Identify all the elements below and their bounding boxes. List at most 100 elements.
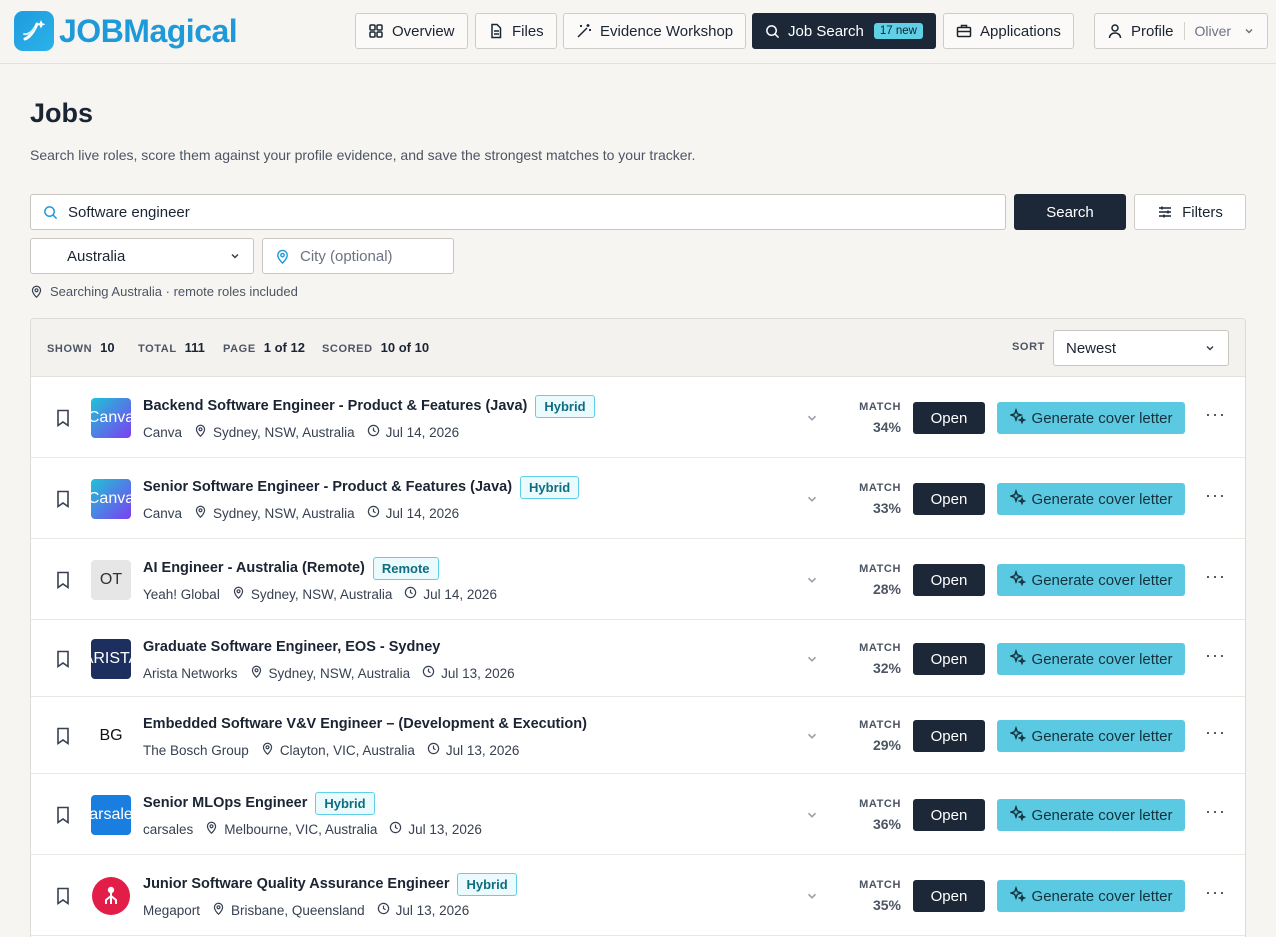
- generate-cover-letter-button[interactable]: Generate cover letter: [997, 564, 1185, 596]
- map-pin-icon: [250, 665, 263, 681]
- match-label: MATCH: [859, 798, 901, 810]
- open-job-button[interactable]: Open: [913, 402, 985, 434]
- filters-label: Filters: [1182, 203, 1223, 221]
- results-panel: SHOWN 10 TOTAL 111 PAGE 1 of 12 SCORED 1…: [30, 318, 1246, 937]
- generate-cover-letter-button[interactable]: Generate cover letter: [997, 720, 1185, 752]
- job-row[interactable]: OT AI Engineer - Australia (Remote) Remote…: [31, 539, 1245, 620]
- job-location: Brisbane, Queensland: [212, 902, 365, 918]
- company-logo-text: BG: [99, 727, 123, 744]
- bookmark-icon[interactable]: [55, 409, 71, 432]
- generate-cover-letter-label: Generate cover letter: [1031, 650, 1173, 668]
- filters-button[interactable]: Filters: [1134, 194, 1246, 230]
- job-row[interactable]: ARISTA Graduate Software Engineer, EOS - …: [31, 620, 1245, 697]
- more-options-icon[interactable]: ···: [1205, 722, 1226, 743]
- open-job-button[interactable]: Open: [913, 564, 985, 596]
- job-location-text: Sydney, NSW, Australia: [250, 586, 393, 602]
- job-row[interactable]: Canva Senior Software Engineer - Product …: [31, 458, 1245, 539]
- search-button[interactable]: Search: [1014, 194, 1126, 230]
- more-options-icon[interactable]: ···: [1205, 566, 1226, 587]
- profile-menu-button[interactable]: Profile Oliver: [1094, 13, 1269, 49]
- job-title-row: Senior Software Engineer - Product & Fea…: [143, 474, 580, 500]
- open-job-button[interactable]: Open: [913, 720, 985, 752]
- country-select[interactable]: Australia: [30, 238, 254, 274]
- app-logo[interactable]: JOBMagical: [14, 11, 238, 51]
- company-logo: BG: [91, 716, 131, 756]
- job-location: Sydney, NSW, Australia: [194, 424, 355, 440]
- search-icon: [766, 24, 780, 38]
- bookmark-icon[interactable]: [55, 571, 71, 594]
- nav-evidence-label: Evidence Workshop: [600, 22, 734, 40]
- job-title-row: Backend Software Engineer - Product & Fe…: [143, 393, 595, 419]
- company-logo-text: OT: [99, 571, 123, 588]
- bookmark-icon[interactable]: [55, 887, 71, 910]
- stat-scored-value: 10 of 10: [380, 340, 430, 355]
- open-job-button[interactable]: Open: [913, 799, 985, 831]
- chevron-down-icon: [1245, 28, 1253, 34]
- sparkle-icon: [1008, 725, 1026, 746]
- generate-cover-letter-button[interactable]: Generate cover letter: [997, 880, 1185, 912]
- expand-chevron-icon[interactable]: [805, 808, 819, 827]
- map-pin-icon: [212, 902, 225, 918]
- more-options-icon[interactable]: ···: [1205, 801, 1226, 822]
- nav-applications-button[interactable]: Applications: [943, 13, 1074, 49]
- job-meta: Canva Sydney, NSW, Australia Jul 14, 2026: [143, 505, 471, 521]
- bookmark-icon[interactable]: [55, 727, 71, 750]
- page-subtitle: Search live roles, score them against yo…: [30, 147, 696, 163]
- expand-chevron-icon[interactable]: [805, 492, 819, 511]
- clock-icon: [427, 742, 440, 758]
- job-title-link[interactable]: Graduate Software Engineer, EOS - Sydney: [143, 639, 440, 655]
- job-row[interactable]: Canva Backend Software Engineer - Product…: [31, 377, 1245, 458]
- country-value: Australia: [67, 247, 126, 265]
- generate-cover-letter-button[interactable]: Generate cover letter: [997, 402, 1185, 434]
- sort-select[interactable]: Newest: [1053, 330, 1229, 366]
- match-score: 35%: [872, 897, 901, 913]
- expand-chevron-icon[interactable]: [805, 652, 819, 671]
- bookmark-icon[interactable]: [55, 806, 71, 829]
- nav-overview-button[interactable]: Overview: [355, 13, 468, 49]
- job-meta: Canva Sydney, NSW, Australia Jul 14, 2026: [143, 424, 471, 440]
- job-row[interactable]: BG Embedded Software V&V Engineer – (Deve…: [31, 697, 1245, 774]
- job-row[interactable]: carsales Senior MLOps Engineer Hybrid carsa…: [31, 774, 1245, 855]
- generate-cover-letter-button[interactable]: Generate cover letter: [997, 643, 1185, 675]
- job-title-row: Graduate Software Engineer, EOS - Sydney: [143, 634, 440, 660]
- stat-shown-value: 10: [100, 340, 115, 355]
- job-title-link[interactable]: Embedded Software V&V Engineer – (Develo…: [143, 716, 587, 732]
- bookmark-icon[interactable]: [55, 650, 71, 673]
- briefcase-icon: [956, 24, 972, 38]
- company-name: Yeah! Global: [143, 586, 220, 602]
- nav-evidence-button[interactable]: Evidence Workshop: [563, 13, 747, 49]
- city-input[interactable]: City (optional): [262, 238, 454, 274]
- nav-files-button[interactable]: Files: [475, 13, 557, 49]
- expand-chevron-icon[interactable]: [805, 889, 819, 908]
- job-row[interactable]: Junior Software Quality Assurance Engine…: [31, 855, 1245, 936]
- more-options-icon[interactable]: ···: [1205, 485, 1226, 506]
- more-options-icon[interactable]: ···: [1205, 882, 1226, 903]
- open-job-button[interactable]: Open: [913, 643, 985, 675]
- generate-cover-letter-button[interactable]: Generate cover letter: [997, 799, 1185, 831]
- stat-total-label: TOTAL: [138, 343, 177, 355]
- profile-user-name: Oliver: [1194, 23, 1232, 39]
- bookmark-icon[interactable]: [55, 490, 71, 513]
- nav-job-search-label: Job Search: [788, 22, 864, 40]
- open-job-button[interactable]: Open: [913, 483, 985, 515]
- job-title-link[interactable]: Senior Software Engineer - Product & Fea…: [143, 479, 512, 495]
- open-job-button[interactable]: Open: [913, 880, 985, 912]
- expand-chevron-icon[interactable]: [805, 573, 819, 592]
- job-search-input[interactable]: Software engineer: [30, 194, 1006, 230]
- expand-chevron-icon[interactable]: [805, 729, 819, 748]
- sparkle-icon: [1008, 804, 1026, 825]
- job-title-link[interactable]: Senior MLOps Engineer: [143, 795, 307, 811]
- job-title-link[interactable]: Backend Software Engineer - Product & Fe…: [143, 398, 527, 414]
- expand-chevron-icon[interactable]: [805, 411, 819, 430]
- generate-cover-letter-button[interactable]: Generate cover letter: [997, 483, 1185, 515]
- job-title-link[interactable]: Junior Software Quality Assurance Engine…: [143, 876, 449, 892]
- sparkle-icon: [1008, 648, 1026, 669]
- job-title-link[interactable]: AI Engineer - Australia (Remote): [143, 560, 365, 576]
- page-title: Jobs: [30, 98, 94, 128]
- more-options-icon[interactable]: ···: [1205, 645, 1226, 666]
- more-options-icon[interactable]: ···: [1205, 404, 1226, 425]
- match-score: 33%: [872, 500, 901, 516]
- top-nav-bar: JOBMagical Overview Files Evidence Works…: [0, 0, 1276, 64]
- job-date: Jul 13, 2026: [422, 665, 515, 681]
- nav-job-search-button[interactable]: Job Search 17 new: [752, 13, 936, 49]
